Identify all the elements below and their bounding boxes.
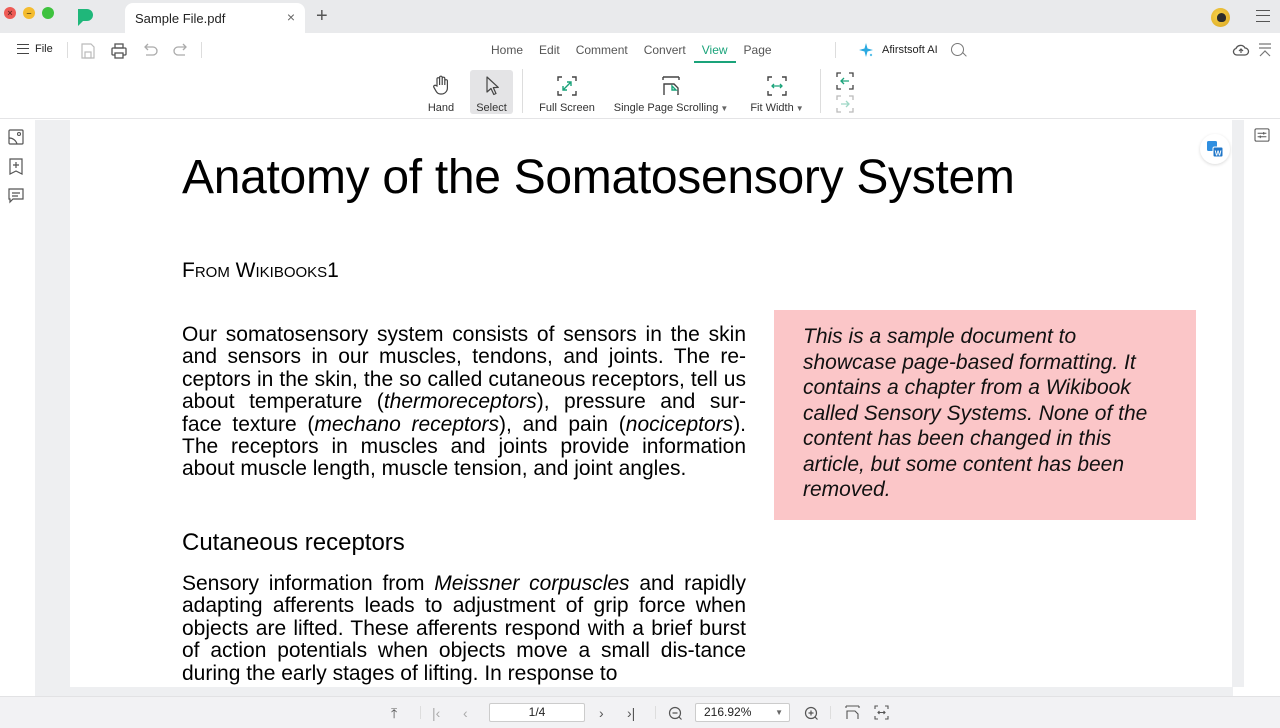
single-page-view-icon[interactable] (845, 705, 860, 720)
new-tab-button[interactable]: + (316, 5, 328, 28)
horizontal-scrollbar[interactable] (35, 687, 1233, 696)
toolbar: File Home Edit Comment Convert View Page… (0, 33, 1280, 119)
document-subtitle: From Wikibooks1 (182, 259, 339, 282)
zoom-level-select[interactable]: 216.92% ▼ (695, 703, 790, 722)
sparkle-icon (859, 43, 873, 57)
tab-page[interactable]: Page (736, 41, 780, 63)
hand-icon (433, 75, 448, 95)
properties-panel-icon[interactable] (1254, 128, 1270, 142)
collapse-toolbar-icon[interactable] (1258, 42, 1272, 58)
window-minimize-button[interactable]: – (23, 7, 35, 19)
print-icon[interactable] (110, 42, 128, 60)
fit-width-label: Fit Width (750, 102, 794, 114)
translate-icon: W (1207, 141, 1224, 158)
first-page-icon[interactable]: |‹ (432, 705, 440, 721)
next-view-icon[interactable] (835, 94, 855, 114)
ai-assistant-button[interactable]: Afirstsoft AI (858, 42, 938, 58)
divider (655, 706, 656, 719)
menu-tabs: Home Edit Comment Convert View Page (483, 41, 780, 63)
select-tool-label: Select (476, 102, 507, 114)
user-avatar[interactable] (1211, 8, 1230, 27)
next-page-icon[interactable]: › (599, 705, 604, 721)
app-logo-icon (78, 9, 93, 26)
hand-tool-label: Hand (427, 102, 455, 114)
thumbnail-icon[interactable] (7, 128, 25, 146)
vertical-scrollbar[interactable] (1233, 120, 1244, 687)
text-run: ), and pain ( (499, 412, 626, 436)
text-run-italic: mechano receptors (314, 412, 500, 436)
divider (830, 706, 831, 719)
text-run-italic: Meissner corpuscles (434, 572, 630, 595)
document-title: Anatomy of the Somatosensory System (182, 151, 1015, 204)
text-run-italic: thermoreceptors (383, 390, 537, 414)
fit-width-icon (767, 76, 787, 96)
divider (522, 69, 523, 113)
window-close-button[interactable]: × (4, 7, 16, 19)
tab-title: Sample File.pdf (135, 11, 226, 26)
search-icon[interactable] (951, 43, 964, 56)
app-menu-icon[interactable] (1256, 10, 1270, 22)
window-maximize-button[interactable] (42, 7, 54, 19)
undo-icon[interactable] (141, 42, 159, 60)
divider (201, 42, 202, 58)
zoom-out-icon[interactable] (668, 706, 683, 721)
file-label: File (35, 43, 53, 55)
save-icon[interactable] (79, 42, 97, 60)
dropdown-caret-icon: ▼ (720, 104, 729, 113)
divider (420, 706, 421, 719)
dropdown-caret-icon: ▼ (795, 104, 804, 113)
cloud-upload-icon[interactable] (1232, 42, 1250, 58)
right-sidebar (1244, 120, 1280, 695)
divider (820, 69, 821, 113)
full-screen-label: Full Screen (539, 102, 595, 114)
fullscreen-icon (557, 76, 577, 96)
cursor-icon (485, 76, 499, 96)
previous-view-icon[interactable] (835, 71, 855, 91)
document-viewport[interactable]: Anatomy of the Somatosensory System From… (35, 120, 1233, 687)
translate-button[interactable]: W (1200, 134, 1230, 164)
pdf-page[interactable]: Anatomy of the Somatosensory System From… (70, 120, 1232, 687)
tab-home[interactable]: Home (483, 41, 531, 63)
divider (67, 42, 68, 58)
text-run-italic: nociceptors (625, 412, 734, 436)
tab-convert[interactable]: Convert (636, 41, 694, 63)
single-page-icon (662, 76, 680, 95)
status-bar: ⤒ |‹ ‹ 1/4 › ›| 216.92% ▼ (0, 696, 1280, 728)
title-bar: × – Sample File.pdf × + (0, 0, 1280, 33)
select-tool-button[interactable]: Select (470, 70, 513, 114)
tab-view[interactable]: View (693, 41, 736, 63)
bookmark-add-icon[interactable] (7, 157, 25, 175)
section-heading: Cutaneous receptors (182, 529, 405, 556)
divider (835, 42, 836, 58)
hamburger-icon (17, 44, 29, 54)
last-page-icon[interactable]: ›| (627, 705, 635, 721)
close-tab-icon[interactable]: × (287, 9, 295, 25)
hand-tool-button[interactable]: Hand (423, 70, 459, 114)
previous-page-icon[interactable]: ‹ (463, 705, 468, 721)
zoom-level-value: 216.92% (704, 705, 752, 719)
single-page-scrolling-dropdown[interactable]: Single Page Scrolling ▼ (612, 70, 730, 114)
scroll-to-top-icon[interactable]: ⤒ (391, 705, 397, 721)
fit-width-dropdown[interactable]: Fit Width ▼ (748, 70, 806, 114)
zoom-in-icon[interactable] (804, 706, 819, 721)
single-page-scrolling-label: Single Page Scrolling (613, 102, 719, 114)
callout-box: This is a sample document to showcase pa… (774, 310, 1196, 520)
paragraph-intro: Our somatosensory system consists of sen… (182, 323, 746, 481)
fit-width-view-icon[interactable] (874, 705, 889, 720)
left-sidebar (0, 120, 35, 695)
comment-icon[interactable] (7, 186, 25, 204)
document-tab[interactable]: Sample File.pdf × (125, 3, 305, 33)
redo-icon[interactable] (172, 42, 190, 60)
tab-comment[interactable]: Comment (568, 41, 636, 63)
full-screen-button[interactable]: Full Screen (537, 70, 597, 114)
page-number-input[interactable]: 1/4 (489, 703, 585, 722)
dropdown-caret-icon: ▼ (775, 708, 783, 717)
paragraph-cutaneous: Sensory information from Meissner corpus… (182, 572, 746, 685)
svg-text:W: W (1215, 151, 1222, 158)
file-menu-button[interactable]: File (17, 43, 53, 55)
ai-label: Afirstsoft AI (882, 44, 938, 56)
text-run: Sensory information from (182, 572, 435, 595)
tab-edit[interactable]: Edit (531, 41, 568, 63)
